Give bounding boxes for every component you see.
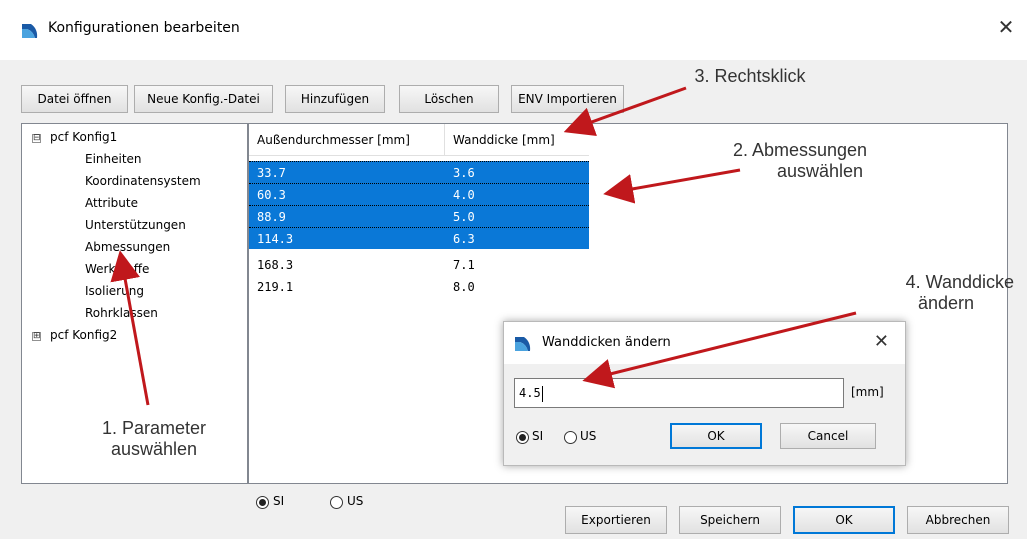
text-caret bbox=[541, 385, 543, 402]
unit-us-label: US bbox=[347, 494, 364, 508]
annotation-step4-line2: ändern bbox=[917, 293, 974, 313]
dialog-title-bar: Wanddicken ändern ✕ bbox=[504, 322, 905, 364]
cell-wall-thickness: 6.3 bbox=[453, 232, 475, 246]
column-header-wall-thickness[interactable]: Wanddicke [mm] bbox=[445, 124, 589, 156]
app-icon bbox=[22, 24, 38, 38]
add-button[interactable]: Hinzufügen bbox=[285, 85, 385, 113]
unit-us-radio[interactable] bbox=[330, 496, 343, 509]
dialog-si-radio[interactable] bbox=[516, 431, 529, 444]
close-icon[interactable]: ✕ bbox=[995, 16, 1017, 38]
ok-button[interactable]: OK bbox=[793, 506, 895, 534]
dialog-title: Wanddicken ändern bbox=[542, 335, 671, 350]
dialog-us-radio[interactable] bbox=[564, 431, 577, 444]
window-title: Konfigurationen bearbeiten bbox=[48, 20, 240, 36]
wall-thickness-input[interactable]: 4.5 bbox=[514, 378, 844, 408]
wall-thickness-dialog: Wanddicken ändern ✕ 4.5 [mm] SI US OK Ca… bbox=[503, 321, 906, 466]
unit-label: [mm] bbox=[851, 385, 884, 399]
table-row[interactable]: 168.3 7.1 bbox=[249, 254, 589, 276]
tree-node-config2[interactable]: pcf Konfig2 bbox=[50, 328, 117, 342]
cell-outer-diameter: 60.3 bbox=[257, 188, 286, 202]
tree-item-einheiten[interactable]: Einheiten bbox=[85, 152, 142, 166]
collapse-icon[interactable]: ⊟ bbox=[32, 134, 41, 143]
tree-item-rohrklassen[interactable]: Rohrklassen bbox=[85, 306, 158, 320]
wall-thickness-value: 4.5 bbox=[519, 386, 541, 400]
cell-wall-thickness: 8.0 bbox=[453, 280, 475, 294]
grid-header: Außendurchmesser [mm] Wanddicke [mm] bbox=[249, 124, 589, 156]
dialog-ok-button[interactable]: OK bbox=[670, 423, 762, 449]
table-row[interactable]: 219.1 8.0 bbox=[249, 276, 589, 298]
env-import-button[interactable]: ENV Importieren bbox=[511, 85, 624, 113]
save-button[interactable]: Speichern bbox=[679, 506, 781, 534]
annotation-step2-line2: auswählen bbox=[776, 161, 864, 181]
annotation-step1: 1. Parameter auswählen bbox=[74, 418, 234, 460]
close-icon[interactable]: ✕ bbox=[874, 331, 889, 352]
annotation-step1-line2: auswählen bbox=[110, 439, 198, 459]
app-icon bbox=[515, 337, 531, 351]
annotation-step3: 3. Rechtsklick bbox=[694, 66, 806, 86]
tree-item-werkstoffe[interactable]: Werkstoffe bbox=[85, 262, 149, 276]
table-row[interactable]: 88.9 5.0 bbox=[249, 205, 589, 227]
expand-icon[interactable]: ⊞ bbox=[32, 332, 41, 341]
table-row[interactable]: 60.3 4.0 bbox=[249, 183, 589, 205]
tree-node-config1[interactable]: pcf Konfig1 bbox=[50, 130, 117, 144]
dialog-cancel-button[interactable]: Cancel bbox=[780, 423, 876, 449]
cell-wall-thickness: 3.6 bbox=[453, 166, 475, 180]
tree-item-attribute[interactable]: Attribute bbox=[85, 196, 138, 210]
tree-item-unterstuetzungen[interactable]: Unterstützungen bbox=[85, 218, 186, 232]
dialog-us-label: US bbox=[580, 429, 597, 443]
annotation-step2-line1: 2. Abmessungen bbox=[732, 140, 868, 160]
annotation-step1-line1: 1. Parameter bbox=[101, 418, 207, 438]
annotation-step2: 2. Abmessungen auswählen bbox=[700, 140, 900, 182]
cell-outer-diameter: 219.1 bbox=[257, 280, 294, 294]
table-row[interactable]: 33.7 3.6 bbox=[249, 161, 589, 183]
title-bar: Konfigurationen bearbeiten ✕ bbox=[0, 0, 1027, 60]
column-header-outer-diameter[interactable]: Außendurchmesser [mm] bbox=[249, 124, 445, 156]
tree-item-isolierung[interactable]: Isolierung bbox=[85, 284, 144, 298]
export-button[interactable]: Exportieren bbox=[565, 506, 667, 534]
annotation-step4: 4. Wanddicke ändern bbox=[838, 272, 1014, 314]
tree-item-koordinatensystem[interactable]: Koordinatensystem bbox=[85, 174, 201, 188]
cell-wall-thickness: 5.0 bbox=[453, 210, 475, 224]
cell-outer-diameter: 88.9 bbox=[257, 210, 286, 224]
cell-outer-diameter: 114.3 bbox=[257, 232, 294, 246]
open-file-button[interactable]: Datei öffnen bbox=[21, 85, 128, 113]
dialog-si-label: SI bbox=[532, 429, 544, 443]
cell-wall-thickness: 7.1 bbox=[453, 258, 475, 272]
delete-button[interactable]: Löschen bbox=[399, 85, 499, 113]
tree-item-abmessungen[interactable]: Abmessungen bbox=[85, 240, 170, 254]
cancel-button[interactable]: Abbrechen bbox=[907, 506, 1009, 534]
cell-outer-diameter: 168.3 bbox=[257, 258, 294, 272]
unit-si-label: SI bbox=[273, 494, 285, 508]
table-row[interactable]: 114.3 6.3 bbox=[249, 227, 589, 249]
new-config-file-button[interactable]: Neue Konfig.-Datei bbox=[134, 85, 273, 113]
cell-wall-thickness: 4.0 bbox=[453, 188, 475, 202]
config-window: Konfigurationen bearbeiten ✕ Datei öffne… bbox=[0, 0, 1027, 539]
annotation-step4-line1: 4. Wanddicke bbox=[905, 272, 1014, 292]
cell-outer-diameter: 33.7 bbox=[257, 166, 286, 180]
unit-si-radio[interactable] bbox=[256, 496, 269, 509]
